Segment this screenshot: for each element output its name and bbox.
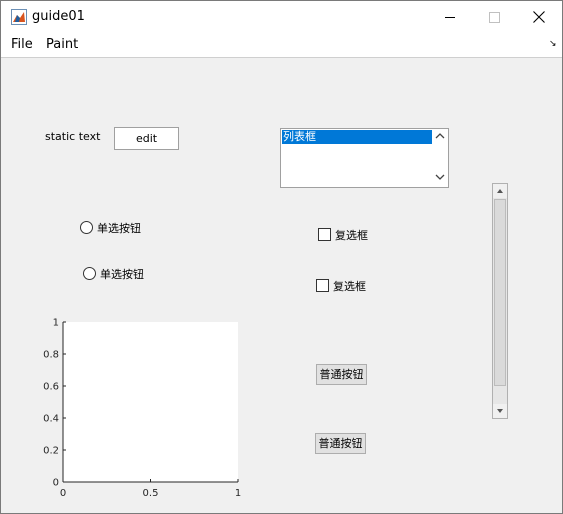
matlab-figure-icon bbox=[11, 9, 27, 25]
maximize-icon bbox=[489, 12, 500, 23]
menu-file[interactable]: File bbox=[11, 37, 33, 52]
checkbox-label: 复选框 bbox=[333, 280, 366, 293]
radio-icon[interactable] bbox=[83, 267, 96, 280]
title-bar: guide01 bbox=[1, 1, 562, 33]
push-button-2[interactable]: 普通按钮 bbox=[315, 433, 366, 454]
window-title: guide01 bbox=[32, 9, 85, 24]
triangle-up-icon bbox=[497, 189, 503, 193]
close-button[interactable] bbox=[516, 1, 562, 33]
edit-field[interactable]: edit bbox=[114, 127, 179, 150]
y-tick-label: 0.8 bbox=[43, 350, 59, 361]
listbox-scrollbar[interactable] bbox=[432, 129, 448, 187]
minimize-icon bbox=[445, 17, 455, 18]
slider-thumb[interactable] bbox=[494, 199, 506, 386]
checkbox-label: 复选框 bbox=[335, 229, 368, 242]
slider[interactable] bbox=[492, 183, 508, 419]
y-tick-label: 1 bbox=[53, 318, 59, 329]
slider-up-button[interactable] bbox=[493, 184, 507, 198]
radio-icon[interactable] bbox=[80, 221, 93, 234]
menu-bar: File Paint ↘ bbox=[1, 33, 562, 58]
checkbox-icon[interactable] bbox=[316, 279, 329, 292]
x-tick-label: 1 bbox=[235, 488, 241, 499]
chevron-down-icon[interactable] bbox=[435, 173, 445, 181]
radio-label: 单选按钮 bbox=[97, 222, 141, 235]
radio-label: 单选按钮 bbox=[100, 268, 144, 281]
y-tick-label: 0 bbox=[53, 478, 59, 489]
checkbox-icon[interactable] bbox=[318, 228, 331, 241]
chevron-up-icon[interactable] bbox=[435, 132, 445, 140]
slider-down-button[interactable] bbox=[493, 404, 507, 418]
listbox[interactable]: 列表框 bbox=[280, 128, 449, 188]
y-tick-label: 0.4 bbox=[43, 414, 59, 425]
y-tick-label: 0.6 bbox=[43, 382, 59, 393]
y-tick-label: 0.2 bbox=[43, 446, 59, 457]
x-tick-label: 0.5 bbox=[143, 488, 159, 499]
x-tick-label: 0 bbox=[60, 488, 66, 499]
minimize-button[interactable] bbox=[427, 1, 473, 33]
list-item[interactable]: 列表框 bbox=[282, 130, 432, 144]
close-icon bbox=[533, 11, 545, 23]
maximize-button[interactable] bbox=[471, 1, 517, 33]
triangle-down-icon bbox=[497, 409, 503, 413]
static-text-label: static text bbox=[45, 130, 101, 143]
chevron-corner-icon[interactable]: ↘ bbox=[549, 39, 557, 49]
menu-paint[interactable]: Paint bbox=[46, 37, 78, 52]
axes-plot: 0 0.5 1 0 0.2 0.4 0.6 0.8 1 bbox=[43, 318, 241, 500]
push-button-1[interactable]: 普通按钮 bbox=[316, 364, 367, 385]
plot-area bbox=[63, 322, 238, 482]
